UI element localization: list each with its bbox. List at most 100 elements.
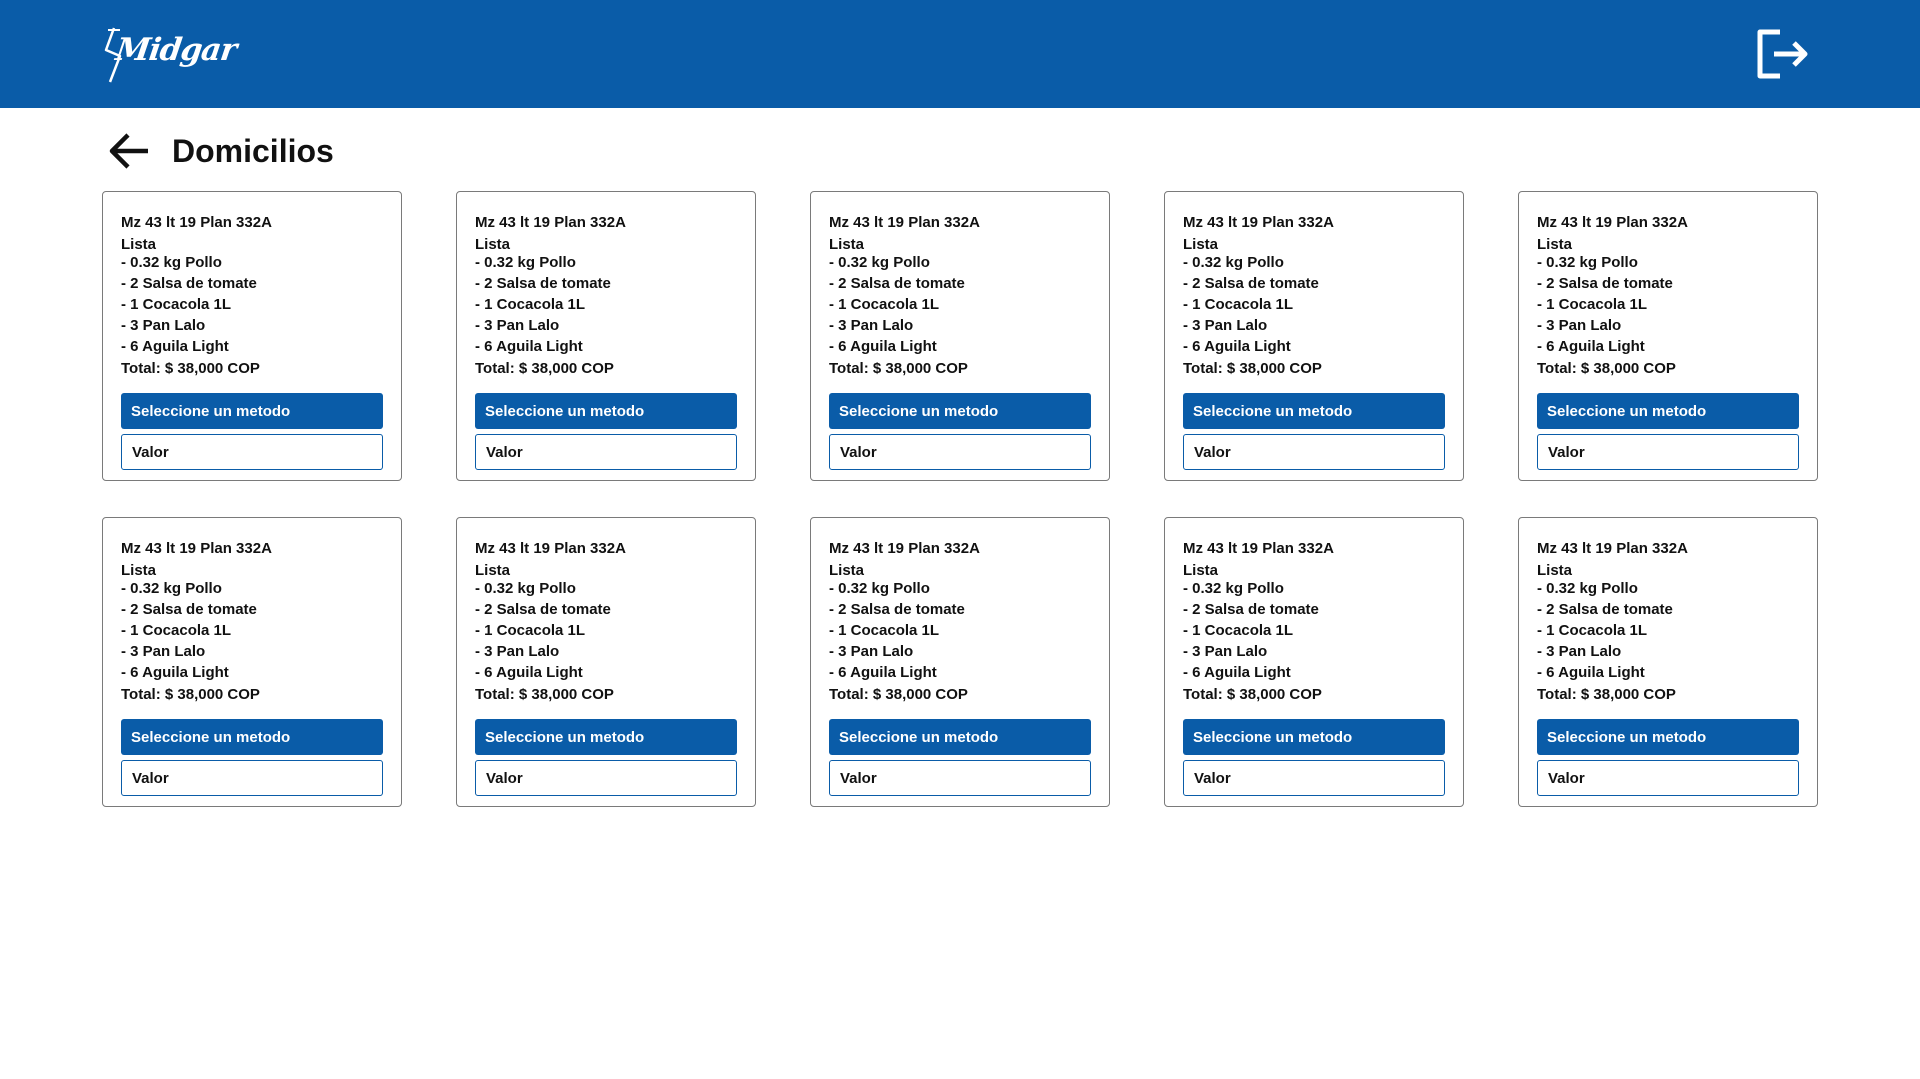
delivery-card: Mz 43 lt 19 Plan 332A Lista - 0.32 kg Po… — [456, 191, 756, 481]
order-item: - 3 Pan Lalo — [121, 643, 206, 660]
delivery-address: Mz 43 lt 19 Plan 332A — [829, 540, 980, 557]
order-item: - 0.32 kg Pollo — [121, 254, 222, 271]
order-items: - 0.32 kg Pollo - 2 Salsa de tomate - 1 Co… — [829, 578, 1091, 683]
list-label: Lista — [475, 562, 511, 579]
order-items: - 0.32 kg Pollo - 2 Salsa de tomate - 1 Co… — [475, 252, 737, 357]
order-total: Total: $ 38,000 COP — [829, 686, 968, 703]
order-item: - 3 Pan Lalo — [121, 317, 206, 334]
order-item: - 1 Cocacola 1L — [829, 622, 940, 639]
arrow-left-icon — [109, 133, 148, 169]
list-label: Lista — [829, 562, 865, 579]
order-item: - 6 Aguila Light — [1183, 664, 1291, 681]
payment-method-select[interactable]: Seleccione un metodo — [475, 719, 737, 755]
payment-method-select[interactable]: Seleccione un metodo — [121, 719, 383, 755]
brand-logo[interactable]: Midgar — [100, 24, 238, 84]
page-title: Domicilios — [172, 132, 334, 169]
order-item: - 0.32 kg Pollo — [121, 580, 222, 597]
payment-method-select[interactable]: Seleccione un metodo — [1537, 393, 1799, 429]
order-item: - 1 Cocacola 1L — [121, 622, 232, 639]
valor-input[interactable] — [121, 434, 383, 470]
order-total: Total: $ 38,000 COP — [1183, 360, 1322, 377]
delivery-address: Mz 43 lt 19 Plan 332A — [475, 214, 626, 231]
delivery-card: Mz 43 lt 19 Plan 332A Lista - 0.32 kg Po… — [1518, 191, 1818, 481]
order-total: Total: $ 38,000 COP — [121, 360, 260, 377]
payment-method-select[interactable]: Seleccione un metodo — [829, 719, 1091, 755]
list-label: Lista — [121, 562, 157, 579]
order-item: - 6 Aguila Light — [829, 664, 937, 681]
payment-method-select[interactable]: Seleccione un metodo — [829, 393, 1091, 429]
delivery-card: Mz 43 lt 19 Plan 332A Lista - 0.32 kg Po… — [1164, 517, 1464, 807]
order-item: - 0.32 kg Pollo — [1183, 580, 1284, 597]
order-item: - 0.32 kg Pollo — [475, 580, 576, 597]
payment-method-select[interactable]: Seleccione un metodo — [475, 393, 737, 429]
order-item: - 6 Aguila Light — [121, 664, 229, 681]
delivery-address: Mz 43 lt 19 Plan 332A — [475, 540, 626, 557]
logout-button[interactable] — [1754, 26, 1810, 82]
list-label: Lista — [1537, 236, 1573, 253]
order-total: Total: $ 38,000 COP — [1537, 360, 1676, 377]
order-item: - 2 Salsa de tomate — [121, 275, 257, 292]
top-app-bar: Midgar — [0, 0, 1920, 108]
order-item: - 3 Pan Lalo — [1537, 643, 1622, 660]
order-item: - 0.32 kg Pollo — [829, 254, 930, 271]
back-button[interactable] — [108, 130, 150, 172]
order-item: - 3 Pan Lalo — [1183, 317, 1268, 334]
list-label: Lista — [1183, 562, 1219, 579]
order-item: - 0.32 kg Pollo — [829, 580, 930, 597]
order-item: - 2 Salsa de tomate — [475, 601, 611, 618]
list-label: Lista — [829, 236, 865, 253]
valor-input[interactable] — [1537, 434, 1799, 470]
delivery-card: Mz 43 lt 19 Plan 332A Lista - 0.32 kg Po… — [1164, 191, 1464, 481]
order-item: - 3 Pan Lalo — [1537, 317, 1622, 334]
order-items: - 0.32 kg Pollo - 2 Salsa de tomate - 1 Co… — [1537, 252, 1799, 357]
order-item: - 0.32 kg Pollo — [1183, 254, 1284, 271]
valor-input[interactable] — [829, 434, 1091, 470]
order-item: - 2 Salsa de tomate — [475, 275, 611, 292]
delivery-address: Mz 43 lt 19 Plan 332A — [829, 214, 980, 231]
order-item: - 0.32 kg Pollo — [1537, 254, 1638, 271]
order-item: - 2 Salsa de tomate — [829, 601, 965, 618]
order-item: - 2 Salsa de tomate — [1183, 275, 1319, 292]
order-item: - 6 Aguila Light — [475, 664, 583, 681]
payment-method-select[interactable]: Seleccione un metodo — [121, 393, 383, 429]
payment-method-select[interactable]: Seleccione un metodo — [1183, 393, 1445, 429]
list-label: Lista — [1183, 236, 1219, 253]
delivery-card: Mz 43 lt 19 Plan 332A Lista - 0.32 kg Po… — [1518, 517, 1818, 807]
order-item: - 1 Cocacola 1L — [475, 296, 586, 313]
order-total: Total: $ 38,000 COP — [121, 686, 260, 703]
order-item: - 1 Cocacola 1L — [1537, 622, 1648, 639]
delivery-address: Mz 43 lt 19 Plan 332A — [1537, 540, 1688, 557]
order-items: - 0.32 kg Pollo - 2 Salsa de tomate - 1 Co… — [121, 252, 383, 357]
order-item: - 6 Aguila Light — [1537, 338, 1645, 355]
order-items: - 0.32 kg Pollo - 2 Salsa de tomate - 1 Co… — [475, 578, 737, 683]
order-item: - 1 Cocacola 1L — [829, 296, 940, 313]
valor-input[interactable] — [475, 760, 737, 796]
valor-input[interactable] — [829, 760, 1091, 796]
list-label: Lista — [121, 236, 157, 253]
delivery-address: Mz 43 lt 19 Plan 332A — [1183, 540, 1334, 557]
valor-input[interactable] — [475, 434, 737, 470]
valor-input[interactable] — [1183, 434, 1445, 470]
order-total: Total: $ 38,000 COP — [1183, 686, 1322, 703]
valor-input[interactable] — [1183, 760, 1445, 796]
delivery-card: Mz 43 lt 19 Plan 332A Lista - 0.32 kg Po… — [102, 191, 402, 481]
delivery-address: Mz 43 lt 19 Plan 332A — [121, 214, 272, 231]
order-item: - 6 Aguila Light — [829, 338, 937, 355]
order-total: Total: $ 38,000 COP — [829, 360, 968, 377]
delivery-card: Mz 43 lt 19 Plan 332A Lista - 0.32 kg Po… — [456, 517, 756, 807]
order-item: - 3 Pan Lalo — [475, 643, 560, 660]
order-items: - 0.32 kg Pollo - 2 Salsa de tomate - 1 Co… — [1537, 578, 1799, 683]
order-item: - 1 Cocacola 1L — [1183, 296, 1294, 313]
order-item: - 1 Cocacola 1L — [1537, 296, 1648, 313]
payment-method-select[interactable]: Seleccione un metodo — [1537, 719, 1799, 755]
valor-input[interactable] — [121, 760, 383, 796]
order-item: - 2 Salsa de tomate — [1537, 601, 1673, 618]
payment-method-select[interactable]: Seleccione un metodo — [1183, 719, 1445, 755]
deliveries-grid: Mz 43 lt 19 Plan 332A Lista - 0.32 kg Po… — [102, 191, 1818, 807]
order-item: - 3 Pan Lalo — [475, 317, 560, 334]
valor-input[interactable] — [1537, 760, 1799, 796]
delivery-address: Mz 43 lt 19 Plan 332A — [1183, 214, 1334, 231]
order-item: - 6 Aguila Light — [1183, 338, 1291, 355]
order-item: - 0.32 kg Pollo — [475, 254, 576, 271]
order-item: - 3 Pan Lalo — [829, 643, 914, 660]
